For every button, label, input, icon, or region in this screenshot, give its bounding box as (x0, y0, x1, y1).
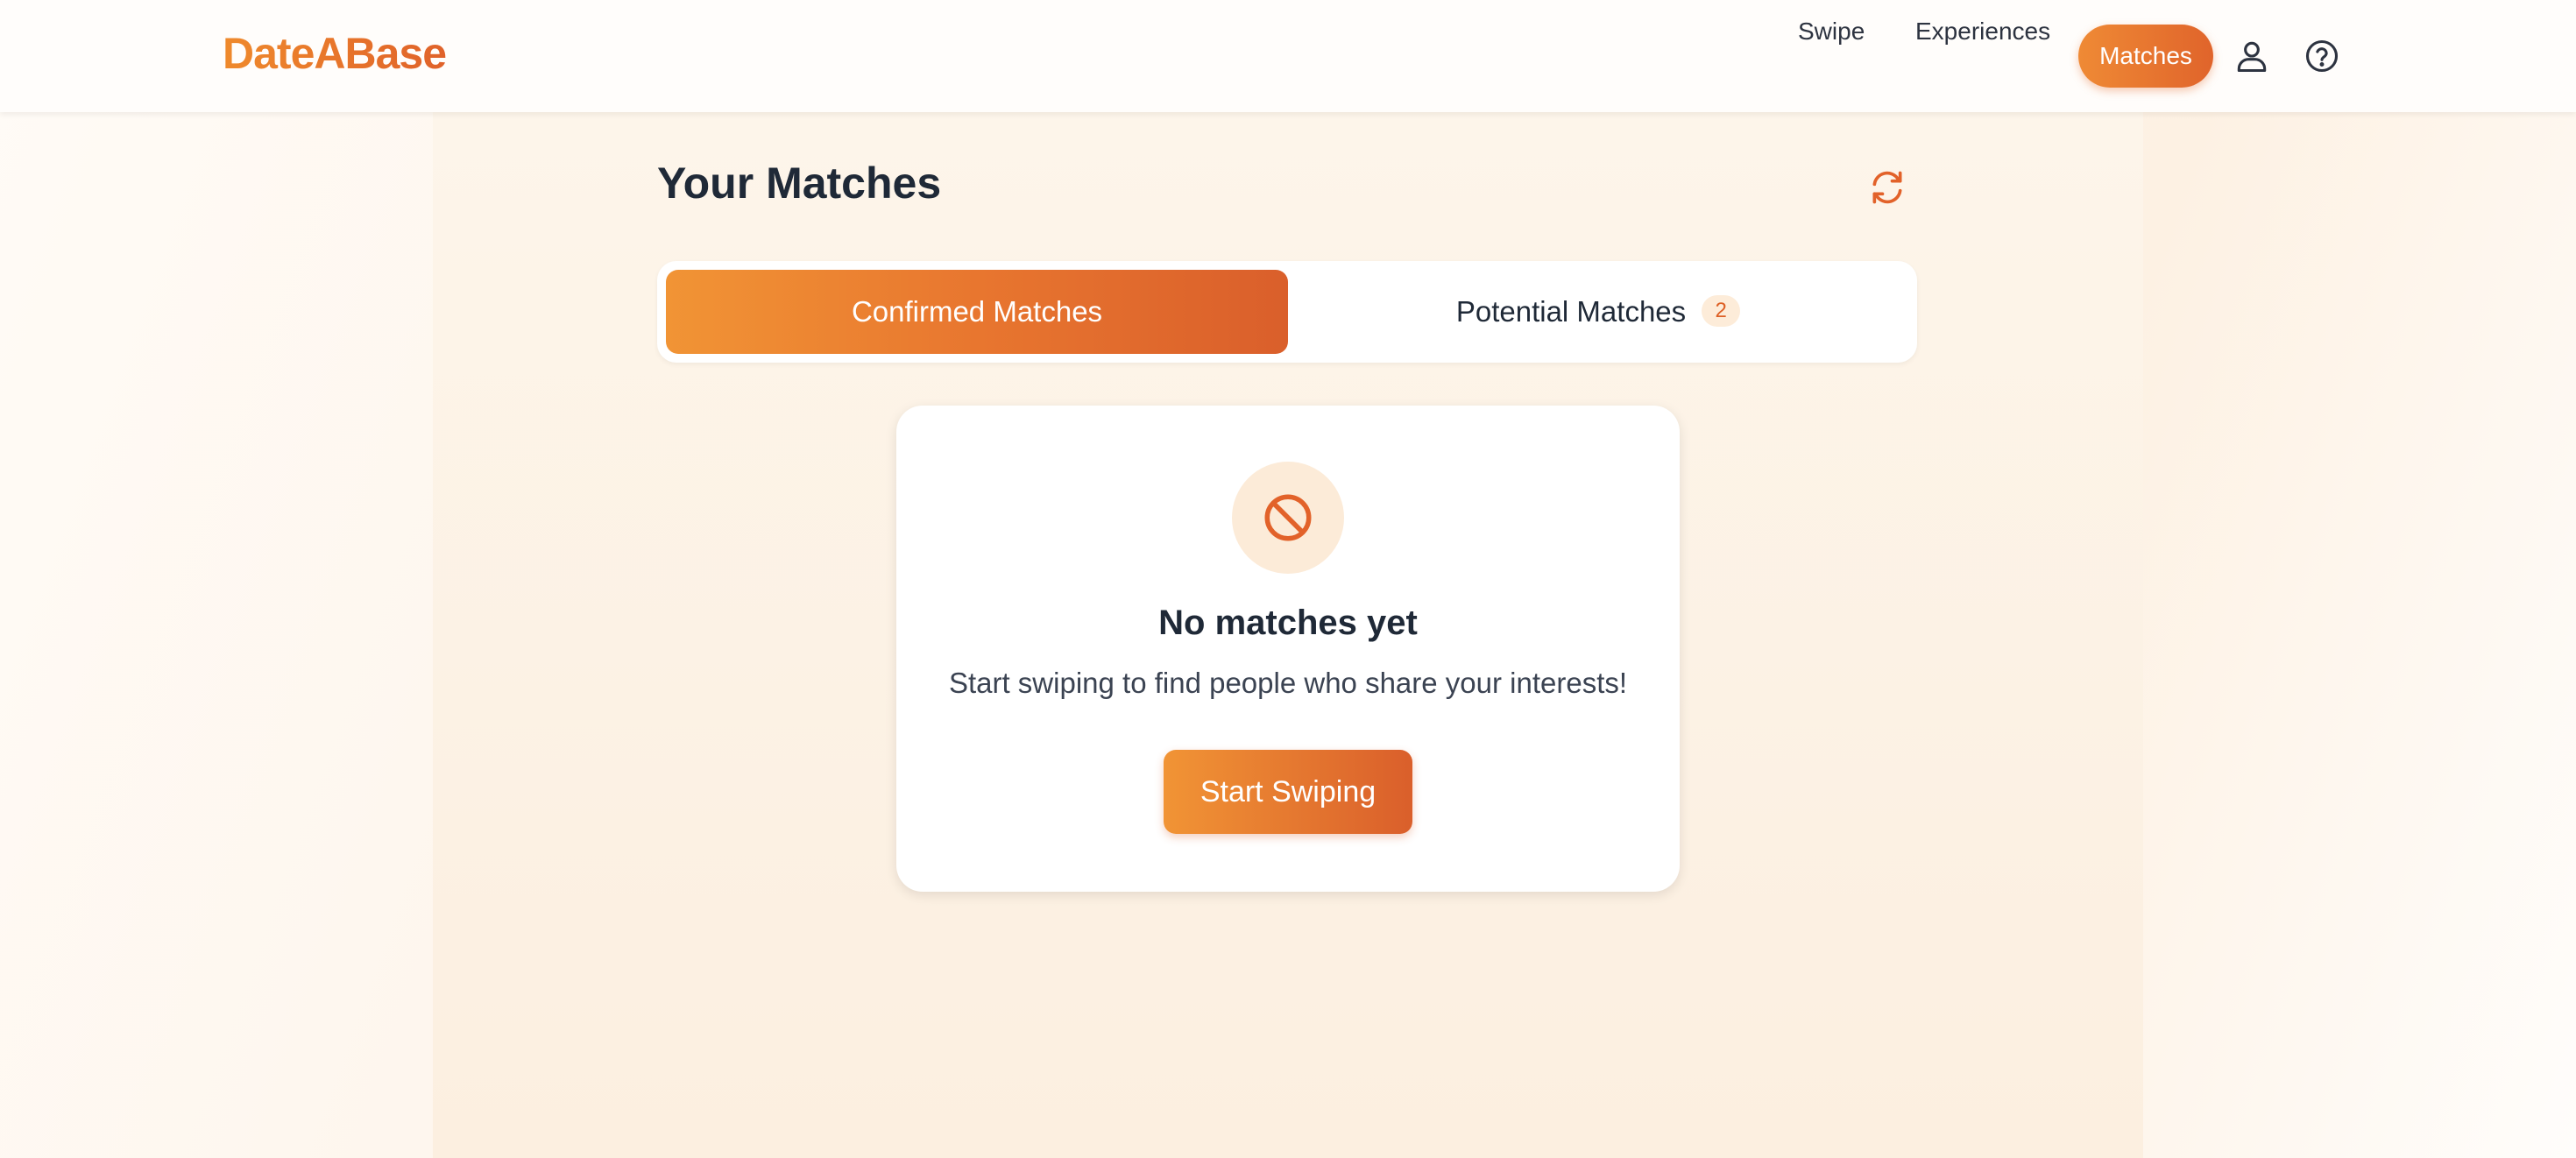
empty-state-title: No matches yet (1158, 604, 1418, 642)
user-icon[interactable] (2233, 37, 2271, 75)
tab-confirmed-matches[interactable]: Confirmed Matches (666, 270, 1288, 354)
tab-potential-label: Potential Matches (1455, 295, 1687, 328)
brand-logo[interactable]: DateABase (223, 28, 447, 79)
no-entry-icon (1232, 462, 1344, 574)
top-navbar: DateABase Swipe Experiences Matches (0, 0, 2576, 112)
tab-potential-matches[interactable]: Potential Matches 2 (1288, 270, 1908, 354)
page-title: Your Matches (657, 159, 942, 208)
nav-swipe[interactable]: Swipe (1798, 0, 1865, 63)
empty-state-subtitle: Start swiping to find people who share y… (948, 667, 1628, 699)
start-swiping-button[interactable]: Start Swiping (1164, 750, 1412, 834)
refresh-icon[interactable] (1868, 168, 1907, 207)
empty-state-card: No matches yet Start swiping to find peo… (896, 406, 1680, 892)
nav-experiences[interactable]: Experiences (1915, 0, 2050, 63)
nav-matches[interactable]: Matches (2078, 25, 2213, 88)
help-circle-icon[interactable] (2303, 37, 2341, 75)
matches-tabs: Confirmed Matches Potential Matches 2 (657, 261, 1917, 363)
potential-count-badge: 2 (1702, 295, 1741, 328)
